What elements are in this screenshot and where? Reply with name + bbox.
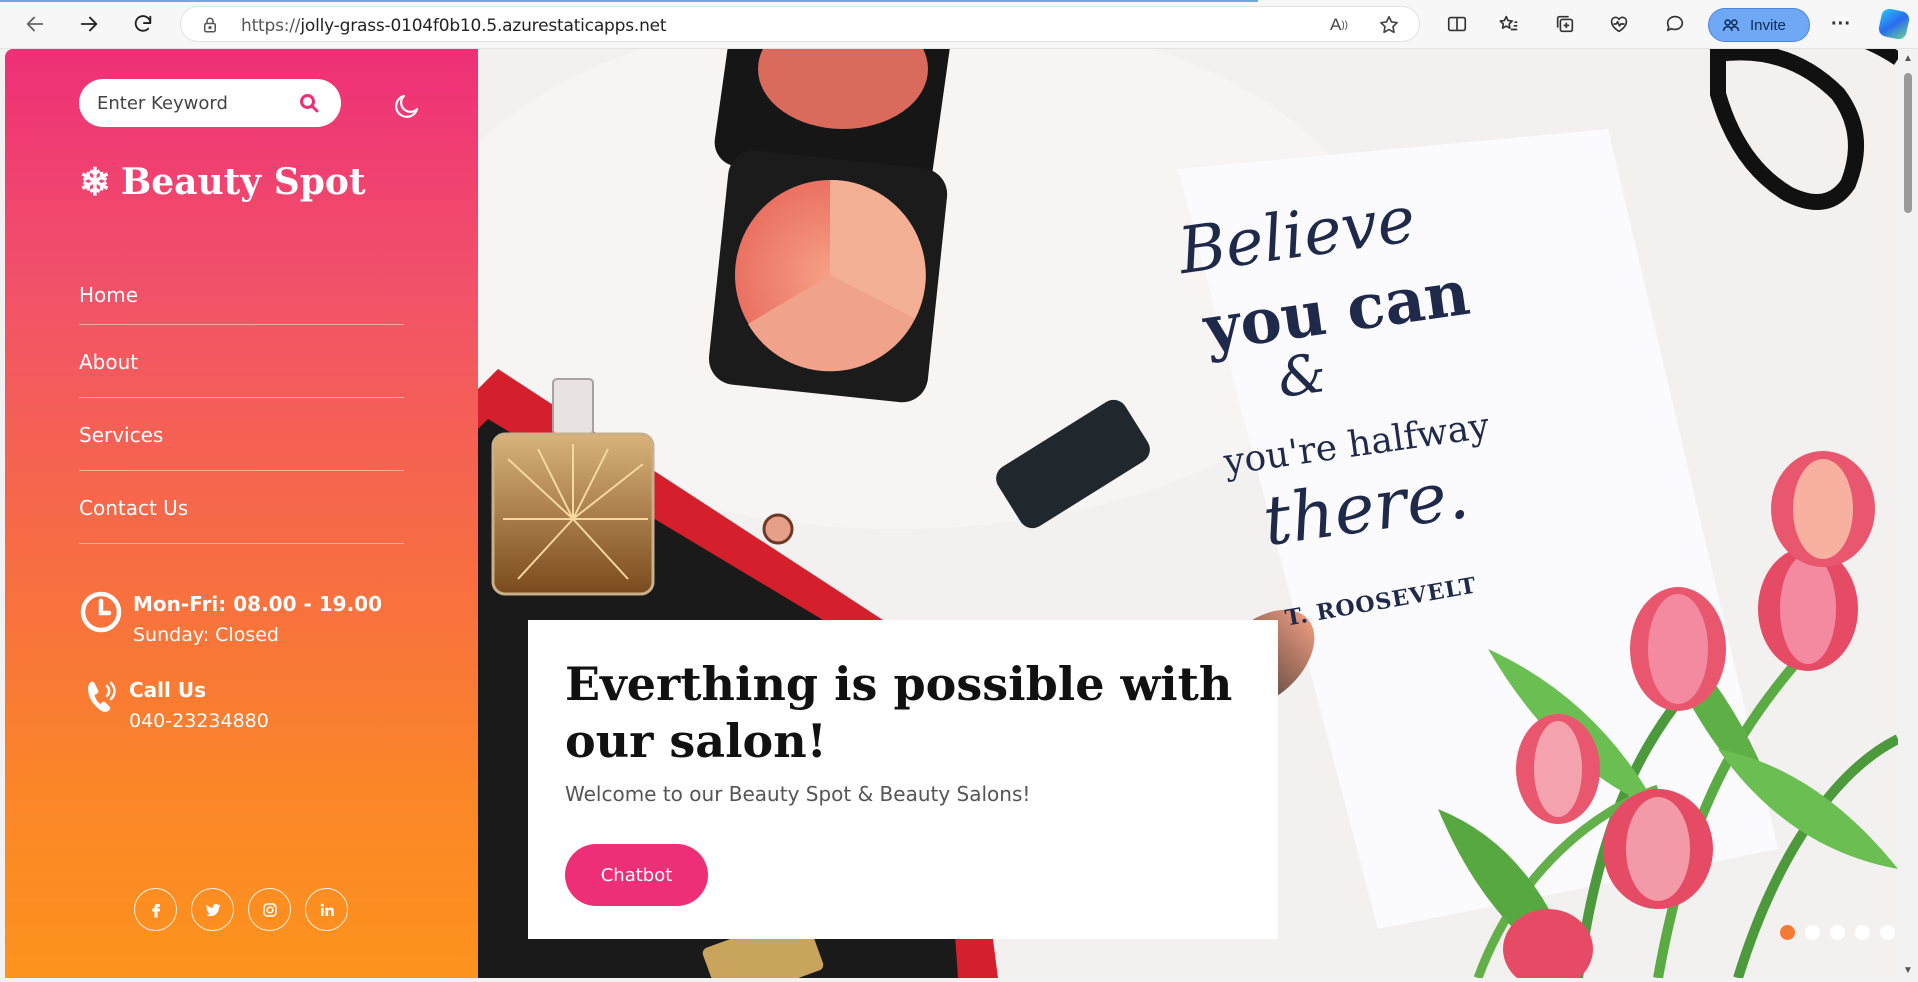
url-host: jolly-grass-0104f0b10.5.azurestaticapps.… [300, 16, 667, 36]
search-icon[interactable] [297, 91, 321, 115]
invite-label: Invite [1750, 16, 1786, 34]
phone-icon [88, 681, 116, 712]
slide-headline: Everthing is possible with our salon! [565, 657, 1233, 768]
slide-subtitle: Welcome to our Beauty Spot & Beauty Salo… [565, 782, 1031, 806]
people-icon [1722, 19, 1740, 31]
slider-pagination [1780, 925, 1895, 940]
chatbot-button[interactable]: Chatbot [565, 844, 708, 906]
invite-button[interactable]: Invite [1708, 8, 1810, 42]
clock-icon [80, 591, 122, 633]
browser-toolbar: https://jolly-grass-0104f0b10.5.azuresta… [0, 0, 1918, 49]
linkedin-icon[interactable] [305, 888, 348, 931]
call-us: Call Us 040-23234880 [79, 676, 269, 738]
hours-weekdays: Mon-Fri: 08.00 - 19.00 [133, 592, 382, 616]
hours-sunday: Sunday: Closed [133, 624, 279, 646]
chat-icon[interactable] [1662, 11, 1688, 37]
hero-slider: Believe you can & you're halfway there. … [478, 49, 1898, 978]
favorite-star-icon[interactable] [1377, 14, 1401, 36]
phone-number[interactable]: 040-23234880 [129, 704, 269, 738]
refresh-icon [134, 15, 152, 32]
scroll-down-arrow-icon[interactable]: ▼ [1902, 965, 1914, 977]
main-menu: Home About Services Contact Us [79, 281, 404, 544]
lock-icon [204, 17, 216, 33]
twitter-icon[interactable] [191, 888, 234, 931]
collections-icon[interactable] [1552, 11, 1578, 37]
menu-item-contact-us[interactable]: Contact Us [79, 471, 404, 544]
slide-caption: Everthing is possible with our salon! We… [528, 620, 1278, 939]
loading-bar [0, 0, 1258, 2]
slider-dot[interactable] [1780, 925, 1795, 940]
quote-ampersand: & [1273, 340, 1331, 411]
address-bar[interactable]: https://jolly-grass-0104f0b10.5.azuresta… [180, 6, 1420, 42]
sidebar: ❄ Beauty Spot Home About Services Contac… [5, 49, 478, 978]
instagram-icon[interactable] [248, 888, 291, 931]
copilot-icon[interactable] [1877, 7, 1911, 41]
snowflake-icon: ❄ [79, 159, 111, 204]
search-input[interactable] [97, 91, 287, 115]
read-aloud-icon[interactable]: A)) [1327, 14, 1351, 36]
back-button[interactable] [18, 8, 52, 40]
page-scrollbar[interactable]: ▲ ▼ [1898, 49, 1918, 982]
slider-dot[interactable] [1830, 925, 1845, 940]
call-us-title: Call Us [129, 678, 206, 702]
menu-item-about[interactable]: About [79, 325, 404, 398]
social-links [134, 888, 348, 931]
url-text: https://jolly-grass-0104f0b10.5.azuresta… [241, 16, 667, 36]
page-viewport: ❄ Beauty Spot Home About Services Contac… [5, 49, 1898, 978]
brand-logo[interactable]: ❄ Beauty Spot [79, 161, 366, 203]
scrollbar-thumb[interactable] [1904, 73, 1912, 213]
favorites-icon[interactable] [1496, 11, 1522, 37]
scroll-up-arrow-icon[interactable]: ▲ [1902, 53, 1914, 65]
brand-name: Beauty Spot [120, 161, 366, 203]
slider-dot[interactable] [1880, 925, 1895, 940]
split-screen-icon[interactable] [1444, 11, 1470, 37]
url-scheme: https:// [241, 16, 301, 36]
back-arrow-icon [26, 16, 44, 32]
menu-item-home[interactable]: Home [79, 281, 404, 325]
facebook-icon[interactable] [134, 888, 177, 931]
menu-item-services[interactable]: Services [79, 398, 404, 471]
refresh-button[interactable] [126, 8, 160, 40]
slider-dot[interactable] [1805, 925, 1820, 940]
search-box [79, 79, 341, 127]
forward-button[interactable] [72, 8, 106, 40]
more-options-icon[interactable]: ··· [1828, 11, 1854, 37]
dark-mode-moon-icon[interactable] [392, 91, 422, 121]
forward-arrow-icon [80, 16, 98, 32]
slider-dot[interactable] [1855, 925, 1870, 940]
opening-hours: Mon-Fri: 08.00 - 19.00 Sunday: Closed [79, 590, 382, 652]
health-heart-icon[interactable] [1606, 11, 1632, 37]
